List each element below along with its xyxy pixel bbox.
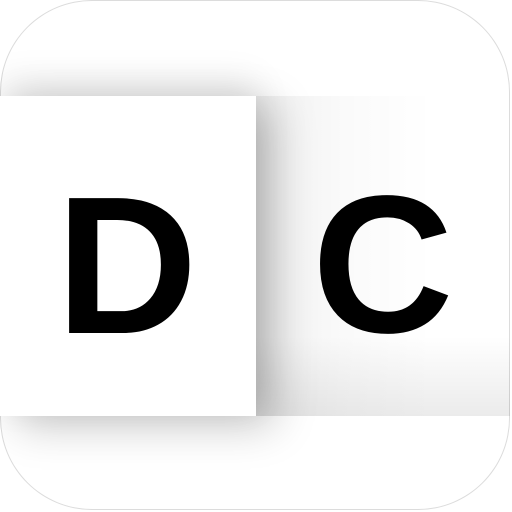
letter-c: C xyxy=(312,155,454,374)
app-icon: D C xyxy=(0,0,510,510)
letter-d: D xyxy=(56,156,198,375)
